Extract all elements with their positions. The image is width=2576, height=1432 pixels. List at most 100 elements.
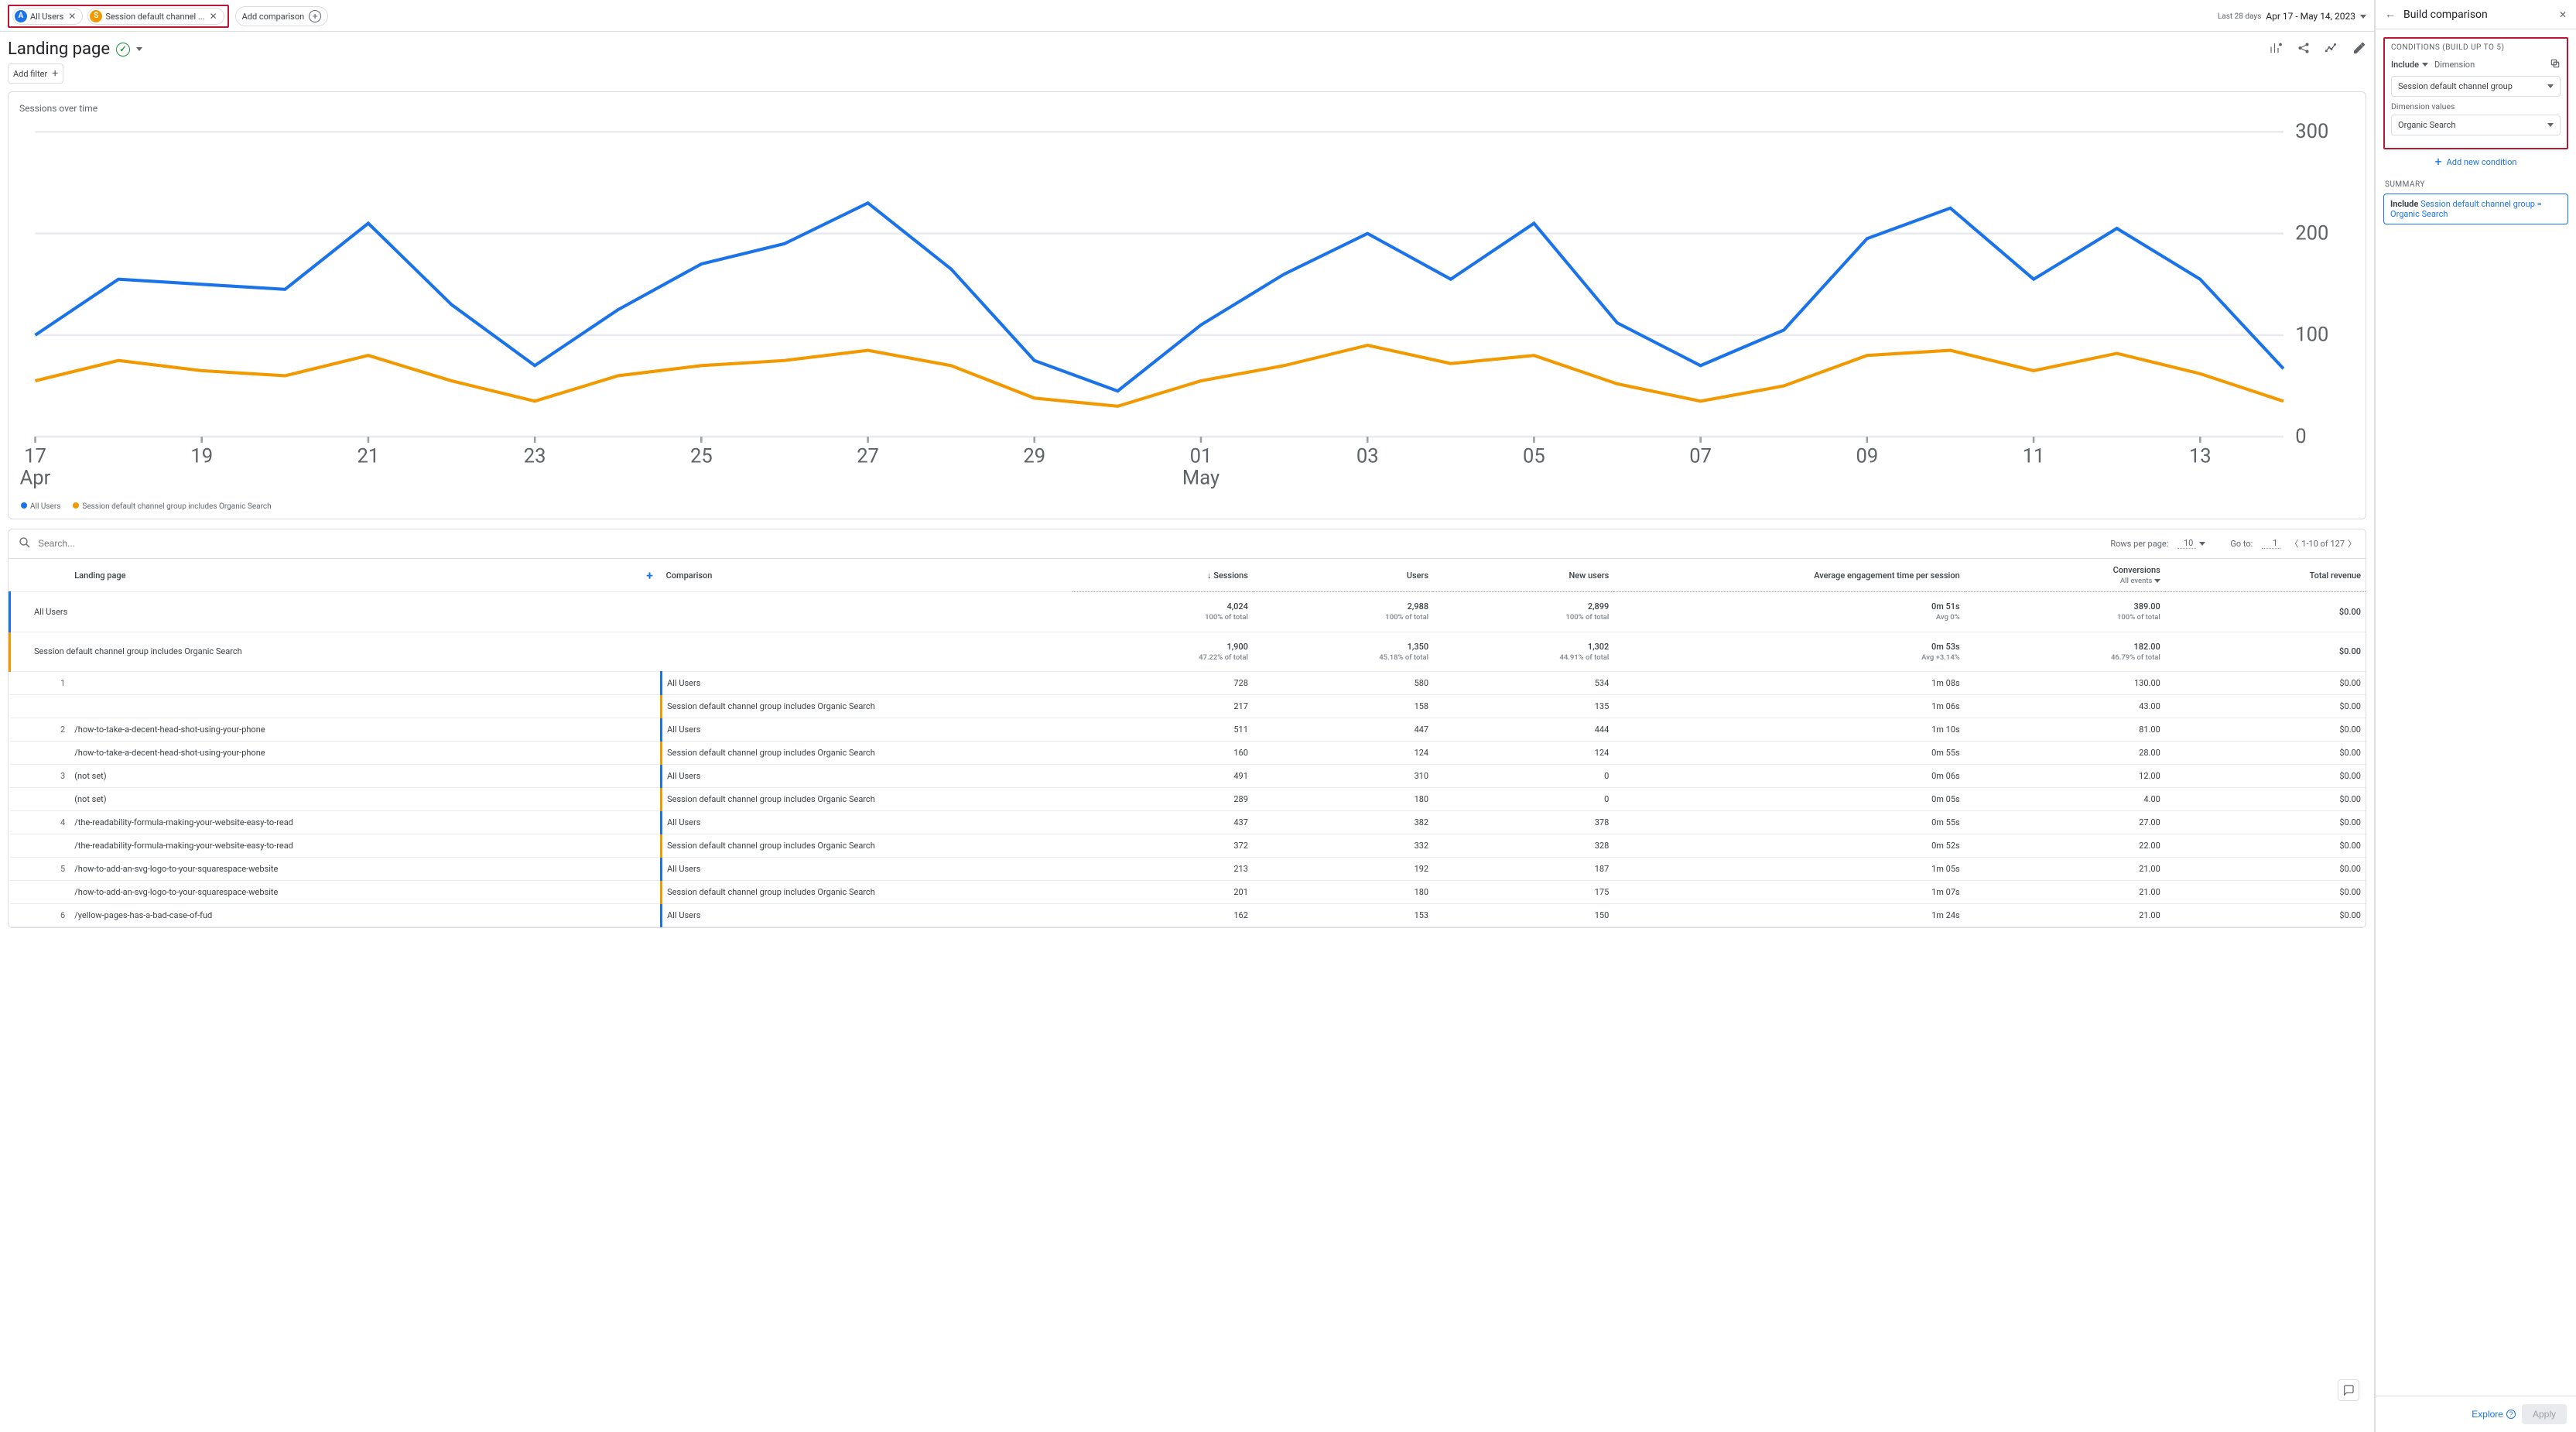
col-conversions[interactable]: ConversionsAll events	[1965, 559, 2165, 592]
svg-text:May: May	[1182, 467, 1220, 490]
add-new-condition-button[interactable]: + Add new condition	[2383, 149, 2568, 170]
col-landing-page[interactable]: Landing page +	[70, 559, 661, 592]
rows-per-page-select[interactable]: 10	[2174, 536, 2208, 550]
totals-row: Session default channel group includes O…	[10, 632, 2366, 671]
col-comparison: Comparison	[662, 559, 1072, 592]
svg-text:29: 29	[1023, 444, 1045, 468]
col-users[interactable]: Users	[1253, 559, 1433, 592]
summary-chip: Include Session default channel group = …	[2383, 194, 2568, 224]
svg-text:100: 100	[2295, 324, 2328, 347]
chip-label: All Users	[30, 12, 63, 21]
svg-text:11: 11	[2023, 444, 2045, 468]
svg-text:01: 01	[1190, 444, 1213, 468]
table-row[interactable]: /the-readability-formula-making-your-web…	[10, 834, 2366, 858]
dimension-label: Dimension	[2434, 60, 2544, 70]
explore-button[interactable]: Explore ?	[2472, 1404, 2516, 1424]
include-dropdown[interactable]: Include	[2391, 60, 2428, 70]
svg-text:19: 19	[190, 444, 213, 468]
chevron-down-icon	[2154, 579, 2160, 583]
svg-text:05: 05	[1523, 444, 1545, 468]
goto-label: Go to:	[2230, 539, 2253, 549]
feedback-icon[interactable]	[2338, 1379, 2359, 1401]
svg-text:03: 03	[1356, 444, 1379, 468]
svg-text:09: 09	[1856, 444, 1878, 468]
build-comparison-panel: ← Build comparison ✕ Conditions (build u…	[2375, 0, 2576, 1432]
col-new-users[interactable]: New users	[1433, 559, 1613, 592]
sessions-line-chart: 010020030017Apr19212325272901May03050709…	[19, 120, 2355, 496]
table-row[interactable]: 5/how-to-add-an-svg-logo-to-your-squares…	[10, 858, 2366, 881]
plus-icon: +	[309, 10, 321, 22]
close-icon[interactable]: ✕	[67, 11, 77, 22]
legend-all-users: All Users	[21, 502, 60, 511]
add-dimension-icon[interactable]: +	[643, 568, 657, 582]
dimension-select[interactable]: Session default channel group	[2391, 76, 2561, 97]
sessions-chart-card: Sessions over time 010020030017Apr192123…	[8, 91, 2366, 519]
svg-text:13: 13	[2189, 444, 2212, 468]
chevron-down-icon[interactable]	[136, 47, 142, 51]
table-row[interactable]: 3(not set)All Users49131000m 06s12.00$0.…	[10, 765, 2366, 788]
rows-per-page-label: Rows per page:	[2110, 539, 2168, 549]
chart-title: Sessions over time	[19, 103, 2355, 114]
svg-text:17: 17	[24, 444, 46, 468]
edit-icon[interactable]	[2352, 41, 2366, 57]
landing-page-table-card: Rows per page: 10 Go to: 1 〈 1-10 of 127…	[8, 529, 2366, 928]
svg-text:27: 27	[857, 444, 879, 468]
comparison-chips-highlight: A All Users ✕ S Session default channel …	[8, 5, 229, 28]
copy-icon[interactable]	[2550, 58, 2561, 71]
insights-icon[interactable]	[2269, 41, 2283, 57]
goto-input[interactable]: 1	[2259, 536, 2284, 550]
legend-organic: Session default channel group includes O…	[73, 502, 271, 511]
trend-icon[interactable]	[2325, 41, 2338, 57]
table-row[interactable]: /how-to-take-a-decent-head-shot-using-yo…	[10, 742, 2366, 765]
close-icon[interactable]: ✕	[208, 11, 219, 22]
chevron-down-icon	[2360, 15, 2366, 19]
chevron-down-icon	[2199, 542, 2205, 546]
dimension-value-select[interactable]: Organic Search	[2391, 115, 2561, 135]
top-bar: A All Users ✕ S Session default channel …	[0, 0, 2374, 32]
verified-icon[interactable]: ✓	[116, 43, 130, 57]
table-row[interactable]: (not set)Session default channel group i…	[10, 788, 2366, 811]
chip-session-organic[interactable]: S Session default channel ... ✕	[87, 8, 224, 25]
svg-text:Apr: Apr	[20, 467, 51, 490]
svg-text:200: 200	[2295, 221, 2328, 245]
conditions-section-highlight: Conditions (build up to 5) Include Dimen…	[2383, 37, 2568, 149]
all-users-avatar-icon: A	[15, 10, 27, 22]
svg-text:07: 07	[1689, 444, 1712, 468]
conditions-title: Conditions (build up to 5)	[2391, 43, 2561, 52]
help-icon: ?	[2506, 1410, 2516, 1419]
col-revenue[interactable]: Total revenue	[2165, 559, 2366, 592]
chip-label: Session default channel ...	[105, 12, 204, 21]
panel-title: Build comparison	[2403, 9, 2551, 21]
chevron-down-icon	[2422, 63, 2428, 67]
share-icon[interactable]	[2297, 41, 2311, 57]
close-icon[interactable]: ✕	[2559, 9, 2567, 20]
table-row[interactable]: 2/how-to-take-a-decent-head-shot-using-y…	[10, 718, 2366, 742]
table-search-input[interactable]	[38, 538, 2104, 549]
search-icon[interactable]	[18, 536, 32, 552]
add-filter-button[interactable]: Add filter +	[8, 63, 63, 84]
table-row[interactable]: 4/the-readability-formula-making-your-we…	[10, 811, 2366, 834]
landing-page-table: Landing page + Comparison ↓ Sessions Use…	[9, 559, 2366, 927]
next-page-icon[interactable]: 〉	[2348, 537, 2356, 550]
svg-text:21: 21	[357, 444, 380, 468]
dimension-values-label: Dimension values	[2391, 101, 2561, 111]
page-info: 1-10 of 127	[2301, 539, 2345, 549]
plus-icon: +	[2435, 156, 2442, 168]
chip-all-users[interactable]: A All Users ✕	[12, 8, 83, 25]
col-sessions[interactable]: ↓ Sessions	[1072, 559, 1253, 592]
table-row[interactable]: /how-to-add-an-svg-logo-to-your-squaresp…	[10, 881, 2366, 904]
table-row[interactable]: 6/yellow-pages-has-a-bad-case-of-fudAll …	[10, 904, 2366, 927]
svg-text:23: 23	[524, 444, 546, 468]
chevron-down-icon	[2547, 123, 2554, 127]
col-aet[interactable]: Average engagement time per session	[1613, 559, 1964, 592]
session-avatar-icon: S	[90, 10, 102, 22]
apply-button[interactable]: Apply	[2522, 1404, 2567, 1424]
table-row[interactable]: 1All Users7285805341m 08s130.00$0.00	[10, 672, 2366, 695]
prev-page-icon[interactable]: 〈	[2290, 537, 2298, 550]
back-arrow-icon[interactable]: ←	[2385, 8, 2396, 21]
svg-text:300: 300	[2295, 120, 2328, 143]
table-row[interactable]: Session default channel group includes O…	[10, 695, 2366, 718]
add-comparison-button[interactable]: Add comparison +	[235, 6, 329, 26]
date-range-picker[interactable]: Last 28 days Apr 17 - May 14, 2023	[2218, 11, 2366, 22]
svg-text:25: 25	[690, 444, 713, 468]
